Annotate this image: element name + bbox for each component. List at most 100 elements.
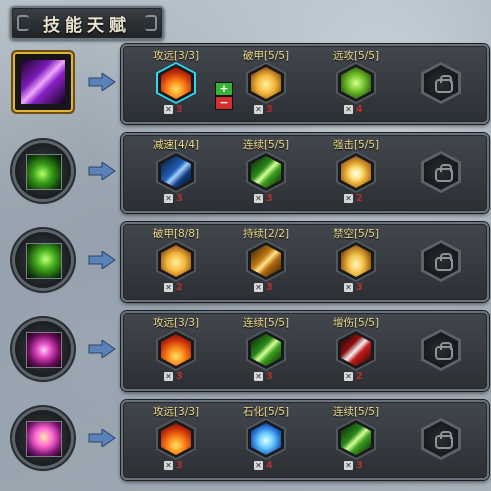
red-blade-icon (341, 334, 371, 366)
talent-label: 石化[5/5] (242, 406, 290, 418)
talent-slot[interactable]: 连续[5/5] ✕ 3 (231, 135, 301, 209)
talent-slot[interactable]: 连续[5/5] ✕ 3 (321, 402, 391, 476)
arrow-right-icon (88, 73, 116, 91)
locked-slot[interactable] (421, 62, 461, 104)
talent-slot[interactable]: 禁空[5/5] ✕ 3 (321, 224, 391, 298)
talent-cost-value: 3 (266, 193, 273, 204)
title-ornament-right (145, 15, 157, 31)
talent-cost-value: 3 (176, 371, 183, 382)
talent-slot[interactable]: 破甲[5/5] ✕ 3 (231, 46, 301, 120)
locked-slot[interactable] (421, 418, 461, 460)
title-ornament-left (17, 15, 29, 31)
talent-slot[interactable]: 减速[4/4] ✕ 3 (141, 135, 211, 209)
talent-label: 攻远[3/3] (152, 406, 200, 418)
locked-slot[interactable] (421, 151, 461, 193)
talent-cost: ✕ 2 (344, 193, 363, 204)
green-streak-icon (251, 156, 281, 188)
talent-cost: ✕ 3 (254, 104, 273, 115)
talent-cost-value: 3 (356, 282, 363, 293)
cross-swords-icon: ✕ (164, 283, 173, 292)
talent-row-panel: 攻远[3/3] ✕ 3 石化[5/5] ✕ 4 连续[5/5] ✕ 3 (121, 400, 489, 480)
talent-cost-value: 3 (356, 460, 363, 471)
pink-moon-skill-icon (26, 332, 62, 368)
green-streak-icon (251, 334, 281, 366)
arrow-right-icon (88, 162, 116, 180)
lock-icon (435, 164, 453, 182)
talent-cost-value: 3 (176, 193, 183, 204)
lock-icon (435, 253, 453, 271)
talent-label: 连续[5/5] (332, 406, 380, 418)
skill-slot-5[interactable] (15, 410, 71, 466)
talent-cost: ✕ 3 (254, 371, 273, 382)
talent-slot[interactable]: 攻远[3/3] ✕ 3 + − (141, 46, 233, 120)
talent-row-panel: 破甲[8/8] ✕ 2 持续[2/2] ✕ 3 禁空[5/5] ✕ 3 (121, 222, 489, 302)
skill-slot-1[interactable] (15, 54, 71, 110)
talent-slot[interactable]: 连续[5/5] ✕ 3 (231, 313, 301, 387)
talent-slot[interactable]: 攻远[3/3] ✕ 3 (141, 313, 211, 387)
talent-label: 攻远[3/3] (152, 50, 200, 62)
skill-slot-4[interactable] (15, 321, 71, 377)
fire-icon (161, 334, 191, 366)
cross-swords-icon: ✕ (164, 194, 173, 203)
talent-label: 攻远[3/3] (152, 317, 200, 329)
talent-slot[interactable]: 强击[5/5] ✕ 2 (321, 135, 391, 209)
talent-cost-value: 3 (266, 104, 273, 115)
talent-slot[interactable]: 石化[5/5] ✕ 4 (231, 402, 301, 476)
talent-cost-value: 3 (176, 104, 183, 115)
skill-slot-2[interactable] (15, 143, 71, 199)
locked-slot[interactable] (421, 240, 461, 282)
blue-slash-icon (161, 156, 191, 188)
talent-cost-value: 4 (266, 460, 273, 471)
cross-swords-icon: ✕ (164, 461, 173, 470)
cross-swords-icon: ✕ (344, 194, 353, 203)
lock-icon (435, 342, 453, 360)
gold-streak-icon (251, 245, 281, 277)
skill-slot-3[interactable] (15, 232, 71, 288)
talent-row-panel: 减速[4/4] ✕ 3 连续[5/5] ✕ 3 强击[5/5] ✕ 2 (121, 133, 489, 213)
gold-shard-icon (251, 67, 281, 99)
cross-swords-icon: ✕ (164, 372, 173, 381)
talent-label: 增伤[5/5] (332, 317, 380, 329)
talent-row-panel: 攻远[3/3] ✕ 3 连续[5/5] ✕ 3 增伤[5/5] ✕ 2 (121, 311, 489, 391)
talent-panel-title: 技能天赋 (10, 6, 164, 40)
green-bow-icon (341, 67, 371, 99)
talent-cost: ✕ 3 (254, 282, 273, 293)
gold-shard-icon (161, 245, 191, 277)
locked-slot-bg (424, 65, 458, 101)
talent-slot[interactable]: 远攻[5/5] ✕ 4 (321, 46, 391, 120)
talent-slot[interactable]: 增伤[5/5] ✕ 2 (321, 313, 391, 387)
talent-label: 破甲[5/5] (242, 50, 290, 62)
talent-slot[interactable]: 持续[2/2] ✕ 3 (231, 224, 301, 298)
locked-slot-bg (424, 421, 458, 457)
talent-row-panel: 攻远[3/3] ✕ 3 + − 破甲[5/5] ✕ 3 远攻[5/5] ✕ 4 (121, 44, 489, 124)
talent-cost-value: 2 (356, 193, 363, 204)
talent-cost-value: 3 (176, 460, 183, 471)
locked-slot[interactable] (421, 329, 461, 371)
talent-label: 强击[5/5] (332, 139, 380, 151)
cross-swords-icon: ✕ (254, 283, 263, 292)
locked-slot-bg (424, 154, 458, 190)
talent-cost: ✕ 4 (254, 460, 273, 471)
locked-slot-bg (424, 243, 458, 279)
talent-cost: ✕ 3 (164, 371, 183, 382)
talent-cost-value: 3 (266, 282, 273, 293)
talent-label: 连续[5/5] (242, 139, 290, 151)
cross-swords-icon: ✕ (164, 105, 173, 114)
talent-slot[interactable]: 攻远[3/3] ✕ 3 (141, 402, 211, 476)
cross-swords-icon: ✕ (344, 283, 353, 292)
talent-label: 连续[5/5] (242, 317, 290, 329)
talent-cost-value: 2 (356, 371, 363, 382)
talent-label: 减速[4/4] (152, 139, 200, 151)
talent-label: 远攻[5/5] (332, 50, 380, 62)
title-text: 技能天赋 (43, 15, 131, 36)
cross-swords-icon: ✕ (254, 194, 263, 203)
arrow-right-icon (88, 251, 116, 269)
fire-icon (161, 423, 191, 455)
arrow-right-icon (88, 429, 116, 447)
green-streak-icon (341, 423, 371, 455)
talent-cost: ✕ 3 (164, 104, 183, 115)
ice-crystal-icon (251, 423, 281, 455)
green-vine-skill-icon-2 (26, 243, 62, 279)
cross-swords-icon: ✕ (254, 461, 263, 470)
talent-slot[interactable]: 破甲[8/8] ✕ 2 (141, 224, 211, 298)
